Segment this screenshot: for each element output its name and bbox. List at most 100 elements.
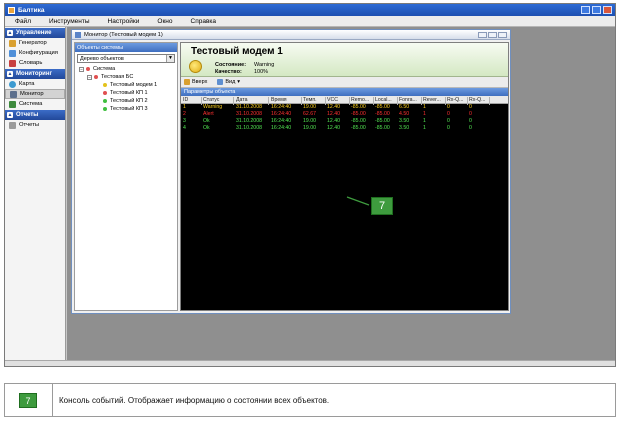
state-value: Warning xyxy=(254,62,275,68)
window-titlebar[interactable]: Балтика xyxy=(5,4,615,16)
menu-file[interactable]: Файл xyxy=(15,18,31,25)
dictionary-icon xyxy=(9,59,16,67)
generator-icon xyxy=(9,39,16,47)
mdi-workspace: Монитор (Тестовый модем 1) Объекты систе… xyxy=(67,27,615,366)
col-local[interactable]: Local... xyxy=(375,97,392,103)
table-row[interactable]: 4 Ok 31.10.2008 16:24:40 19.00 12.40 -85… xyxy=(181,125,508,132)
status-dot-icon xyxy=(103,83,107,87)
legend-badge-7: 7 xyxy=(19,393,37,408)
object-summary-header: Тестовый модем 1 Состояние: Warning Каче… xyxy=(181,43,508,77)
nav-group-monitoring[interactable]: ▲ Мониторинг xyxy=(5,69,65,79)
tree-item-kp-1[interactable]: Тестовый КП 1 xyxy=(77,89,177,97)
col-id[interactable]: ID xyxy=(183,97,188,103)
restore-icon[interactable] xyxy=(488,32,497,38)
quality-label: Качество: xyxy=(215,69,242,75)
chevron-up-icon: ▲ xyxy=(7,71,13,77)
col-rxq-2[interactable]: Rx-Q... xyxy=(469,97,485,103)
legend-text: Консоль событий. Отображает информацию о… xyxy=(59,396,330,405)
status-dot-icon xyxy=(94,75,98,79)
col-status[interactable]: Статус xyxy=(203,97,219,103)
monitor-window-titlebar[interactable]: Монитор (Тестовый модем 1) xyxy=(72,30,510,40)
navigation-sidebar: ▲ Управление Генератор Конфигурация Слова… xyxy=(5,27,66,366)
callout-badge-7: 7 xyxy=(371,197,393,215)
nav-item-monitor[interactable]: Монитор xyxy=(5,89,65,99)
state-label: Состояние: xyxy=(215,62,247,68)
monitor-window-title: Монитор (Тестовый модем 1) xyxy=(84,31,163,38)
monitor-window-icon xyxy=(75,31,81,38)
table-row[interactable]: 2 Alert 31.10.2008 16:24:40 62.67 12.40 … xyxy=(181,111,508,118)
tree-item-kp-2[interactable]: Тестовый КП 2 xyxy=(77,97,177,105)
col-remote[interactable]: Remo... xyxy=(351,97,369,103)
nav-item-dictionary[interactable]: Словарь xyxy=(5,58,65,68)
tree-item-system[interactable]: − Система xyxy=(77,65,177,73)
chevron-up-icon: ▲ xyxy=(7,30,13,36)
map-icon xyxy=(9,80,16,88)
collapse-icon[interactable]: − xyxy=(87,74,92,80)
nav-group-management[interactable]: ▲ Управление xyxy=(5,28,65,38)
chevron-down-icon[interactable]: ▼ xyxy=(166,55,174,62)
col-rever[interactable]: Rever... xyxy=(423,97,441,103)
col-temp[interactable]: Темп. xyxy=(303,97,317,103)
objects-pane-header: Объекты системы xyxy=(75,43,177,52)
menu-window[interactable]: Окно xyxy=(157,18,172,25)
table-row[interactable]: 1 Warning 31.10.2008 16:24:40 19.00 12.4… xyxy=(181,104,508,111)
up-arrow-icon xyxy=(184,79,190,85)
maximize-icon[interactable] xyxy=(592,6,601,14)
status-dot-icon xyxy=(103,107,107,111)
view-icon xyxy=(217,79,224,85)
menu-settings[interactable]: Настройки xyxy=(108,18,140,25)
up-button[interactable]: Вверх xyxy=(184,79,207,85)
window-controls xyxy=(581,6,612,14)
object-name: Тестовый модем 1 xyxy=(191,46,283,57)
col-fonra[interactable]: Fonra... xyxy=(399,97,417,103)
nav-group-reports[interactable]: ▲ Отчеты xyxy=(5,110,65,120)
nav-item-reports[interactable]: Отчеты xyxy=(5,120,65,130)
nav-item-map[interactable]: Карта xyxy=(5,79,65,89)
menu-bar: Файл Инструменты Настройки Окно Справка xyxy=(5,16,615,27)
monitor-window-controls xyxy=(478,32,507,38)
window-title: Балтика xyxy=(18,6,45,14)
app-icon xyxy=(8,6,15,14)
nav-item-generator[interactable]: Генератор xyxy=(5,38,65,48)
parameters-header: Параметры объекта xyxy=(181,88,508,96)
menu-help[interactable]: Справка xyxy=(191,18,217,25)
tree-item-modem-1[interactable]: Тестовый модем 1 xyxy=(77,81,177,89)
collapse-icon[interactable]: − xyxy=(79,66,84,72)
monitor-window: Монитор (Тестовый модем 1) Объекты систе… xyxy=(71,29,511,314)
col-time[interactable]: Время xyxy=(271,97,287,103)
quality-value: 100% xyxy=(254,69,269,75)
reports-icon xyxy=(9,121,16,129)
tree-item-bs[interactable]: − Тестовая БС xyxy=(77,73,177,81)
status-dot-icon xyxy=(103,99,107,103)
warning-sun-icon xyxy=(189,60,202,73)
tree-item-kp-3[interactable]: Тестовый КП 3 xyxy=(77,105,177,113)
menu-tools[interactable]: Инструменты xyxy=(49,18,90,25)
view-button[interactable]: Вид ▾ xyxy=(217,79,240,85)
detail-toolbar: Вверх Вид ▾ xyxy=(181,77,508,88)
application-window: Балтика Файл Инструменты Настройки Окно … xyxy=(4,3,616,367)
close-icon[interactable] xyxy=(498,32,507,38)
status-dot-icon xyxy=(103,91,107,95)
nav-item-system[interactable]: Система xyxy=(5,99,65,109)
col-date[interactable]: Дата xyxy=(236,97,248,103)
objects-pane: Объекты системы Дерево объектов ▼ − Сист… xyxy=(74,42,178,311)
callout-pointer xyxy=(346,196,370,206)
minimize-icon[interactable] xyxy=(478,32,487,38)
configuration-icon xyxy=(9,49,16,57)
system-icon xyxy=(9,100,16,108)
object-view-select[interactable]: Дерево объектов ▼ xyxy=(77,54,175,63)
close-icon[interactable] xyxy=(603,6,612,14)
table-row[interactable]: 3 Ok 31.10.2008 16:24:40 19.00 12.40 -85… xyxy=(181,118,508,125)
minimize-icon[interactable] xyxy=(581,6,590,14)
nav-item-configuration[interactable]: Конфигурация xyxy=(5,48,65,58)
col-rxq-1[interactable]: Rx-Q... xyxy=(447,97,463,103)
object-tree: − Система − Тестовая БС Тестовый модем 1 xyxy=(75,65,177,113)
status-dot-icon xyxy=(86,67,90,71)
grid-header: ID Статус Дата Время Темп. VCC Remo... L… xyxy=(181,96,508,105)
legend-caption: 7 Консоль событий. Отображает информацию… xyxy=(4,383,616,417)
chevron-up-icon: ▲ xyxy=(7,112,13,118)
object-detail-pane: Тестовый модем 1 Состояние: Warning Каче… xyxy=(180,42,509,311)
col-vcc[interactable]: VCC xyxy=(327,97,338,103)
dropdown-arrow-icon: ▾ xyxy=(237,79,241,85)
legend-divider xyxy=(52,384,53,416)
